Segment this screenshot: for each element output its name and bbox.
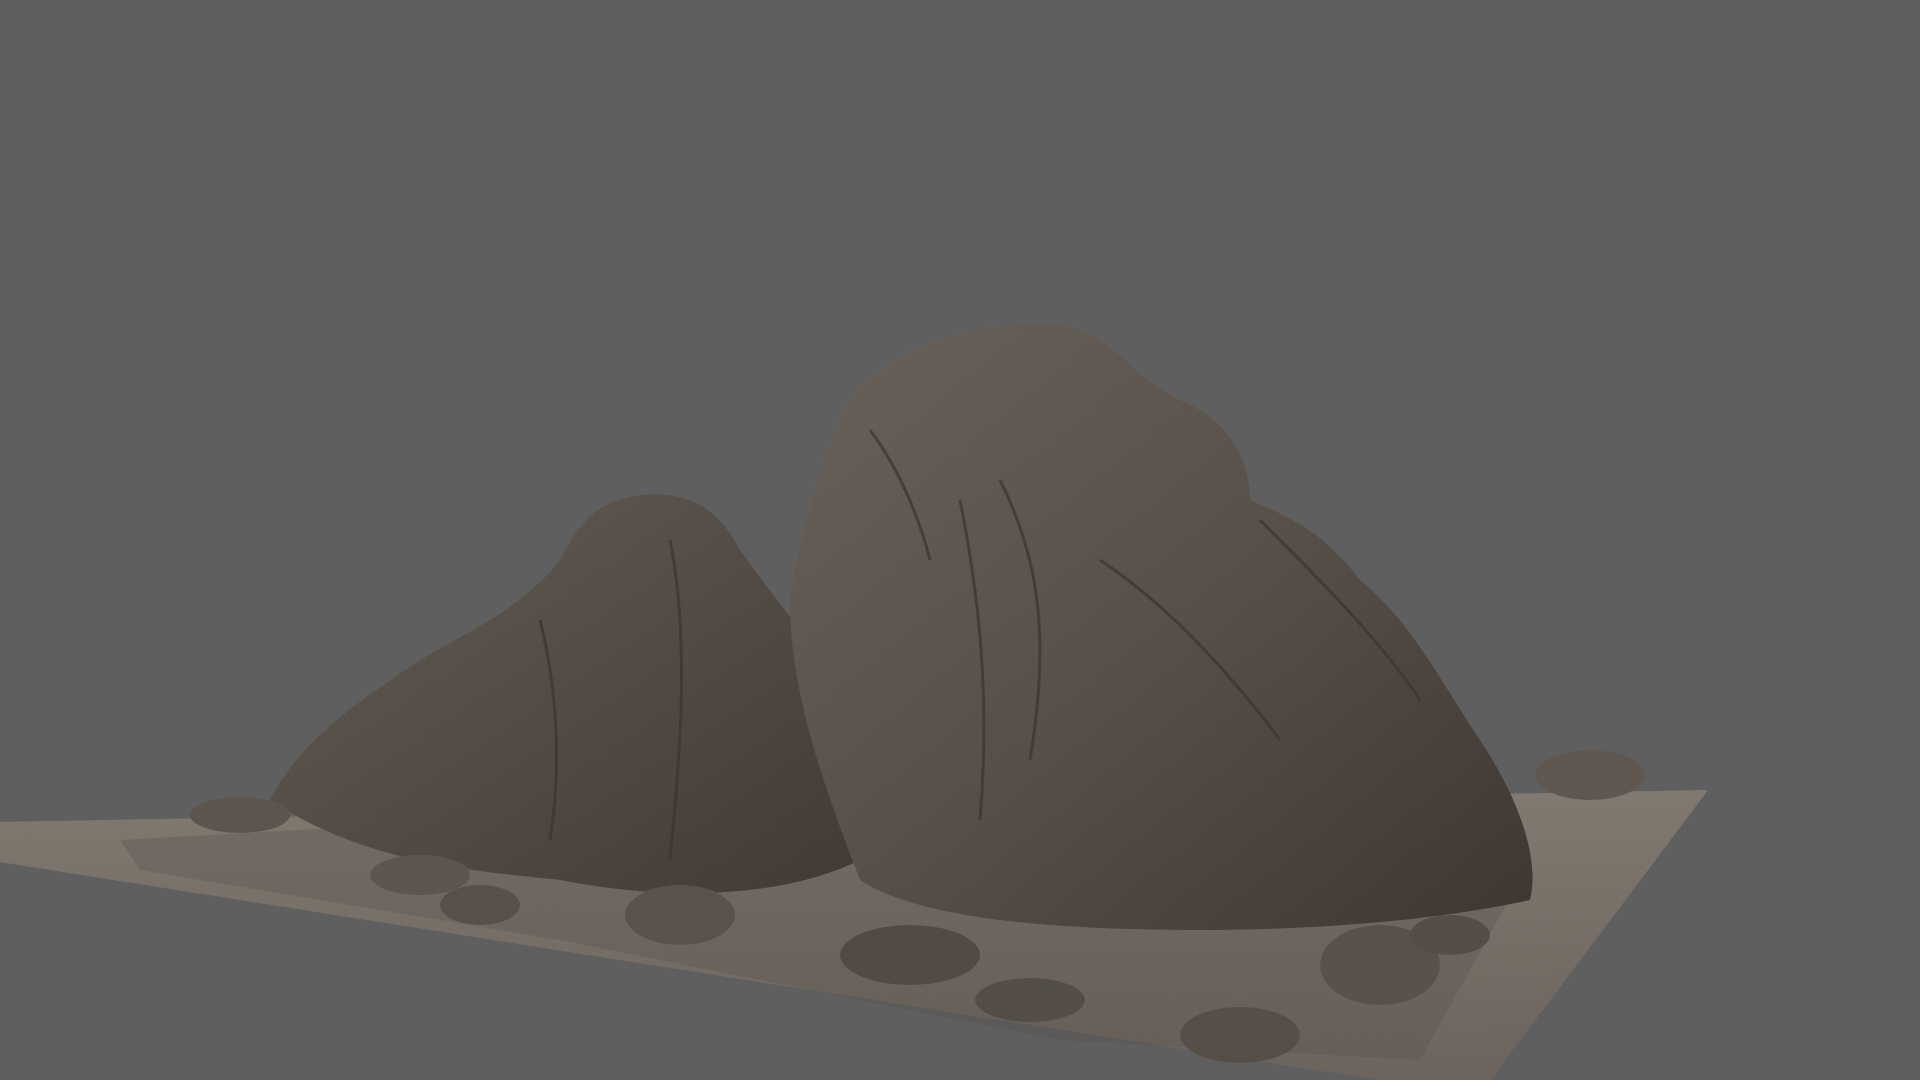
boulder: [840, 925, 980, 985]
rock-formation-large: [790, 323, 1533, 930]
boulder: [1535, 750, 1645, 800]
render-viewport: [0, 0, 1920, 1080]
boulder: [190, 797, 290, 833]
rock-formation-left: [270, 494, 860, 894]
boulder: [1180, 1007, 1300, 1063]
rock-scene: [0, 323, 1708, 1080]
boulder: [975, 978, 1085, 1022]
boulder: [625, 885, 735, 945]
boulder: [1410, 915, 1490, 955]
boulder: [440, 885, 520, 925]
boulder: [370, 855, 470, 895]
